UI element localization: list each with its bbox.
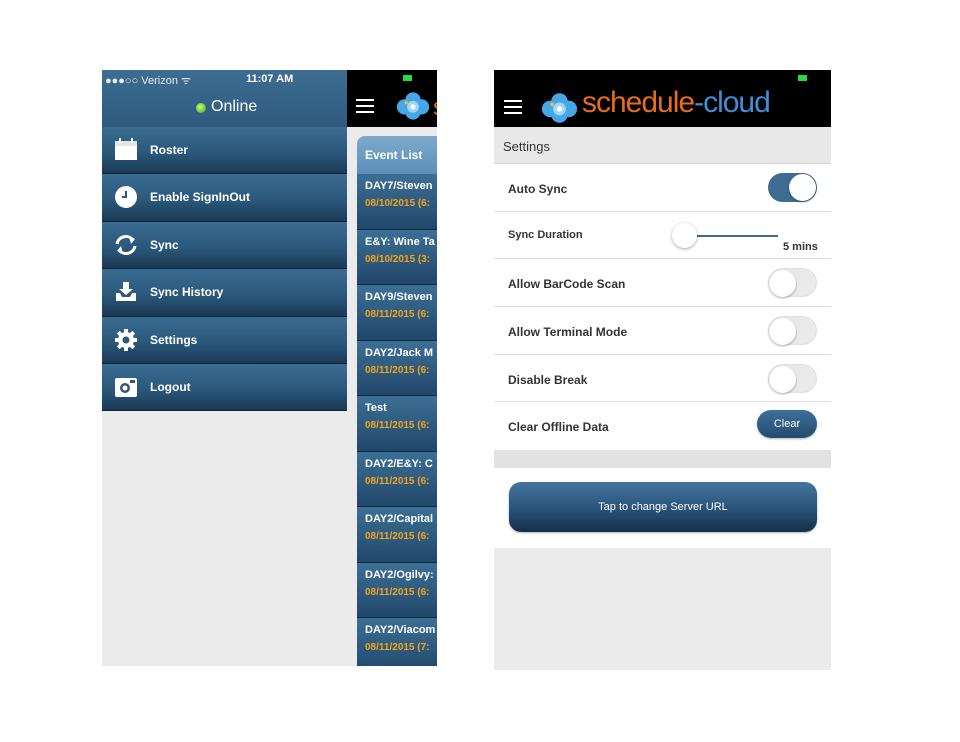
clear-button[interactable]: Clear xyxy=(757,410,817,439)
setting-allow-terminal-mode: Allow Terminal Mode xyxy=(494,307,831,355)
auto-sync-toggle[interactable] xyxy=(768,173,817,202)
menu-label: Settings xyxy=(150,332,198,347)
toggle-knob xyxy=(769,270,796,298)
sync-duration-slider-handle[interactable] xyxy=(672,222,697,248)
toggle-knob xyxy=(769,318,796,346)
gear-icon xyxy=(115,328,137,351)
event-row[interactable]: DAY9/Steven 08/11/2015 (6: xyxy=(357,285,437,341)
event-date: 08/11/2015 (6: xyxy=(365,420,430,431)
connection-status: Online xyxy=(211,98,258,115)
menu-label: Logout xyxy=(150,379,191,394)
menu-item-settings[interactable]: Settings xyxy=(102,316,347,364)
hamburger-menu-icon[interactable] xyxy=(504,100,522,114)
event-row[interactable]: DAY2/Jack M 08/11/2015 (6: xyxy=(357,340,437,396)
event-row[interactable]: E&Y: Wine Ta 08/10/2015 (3: xyxy=(357,229,437,285)
event-title: DAY2/Capital xyxy=(365,513,434,525)
event-title: DAY2/Viacom xyxy=(365,624,436,636)
drawer-menu: Roster Enable SignInOut Sync Sync Histor… xyxy=(102,127,347,412)
setting-auto-sync: Auto Sync xyxy=(494,164,831,212)
setting-label: Disable Break xyxy=(508,372,588,387)
brand-part-cloud: -cloud xyxy=(694,86,771,119)
menu-label: Sync xyxy=(150,237,179,252)
brand-fragment: s xyxy=(433,94,437,122)
event-title: DAY2/E&Y: C xyxy=(365,457,433,470)
status-time: 11:07 AM xyxy=(246,73,294,85)
hamburger-menu-icon[interactable] xyxy=(356,99,374,113)
sync-duration-slider-track[interactable] xyxy=(684,234,778,237)
event-panel: s Event List DAY7/Steven 08/10/2015 (6: … xyxy=(347,70,437,666)
menu-item-enable-signinout[interactable]: Enable SignInOut xyxy=(102,174,347,222)
menu-label: Enable SignInOut xyxy=(150,190,251,205)
setting-label: Allow Terminal Mode xyxy=(508,325,628,340)
menu-item-roster[interactable]: Roster xyxy=(102,127,347,175)
left-phone-screen: ●●●○○ Verizon ᯤ 11:07 AM Online Roster E… xyxy=(102,70,437,666)
event-title: DAY9/Steven xyxy=(365,291,433,303)
allow-barcode-scan-toggle[interactable] xyxy=(768,268,817,298)
brand-wordmark: schedule-cloud xyxy=(582,86,771,120)
setting-label: Allow BarCode Scan xyxy=(508,277,626,292)
event-title: Test xyxy=(365,402,387,414)
sync-icon xyxy=(115,234,137,255)
settings-section-title: Settings xyxy=(494,127,831,164)
setting-disable-break: Disable Break xyxy=(494,355,831,403)
event-date: 08/10/2015 (3: xyxy=(365,253,431,265)
setting-clear-offline-data: Clear Offline Data Clear xyxy=(494,402,831,450)
drawer-header: ●●●○○ Verizon ᯤ 11:07 AM Online xyxy=(102,70,347,127)
event-date: 08/11/2015 (7: xyxy=(365,642,430,653)
event-date: 08/11/2015 (6: xyxy=(365,364,430,376)
online-indicator-icon xyxy=(196,103,206,113)
app-top-bar: schedule-cloud xyxy=(494,70,831,127)
setting-allow-barcode-scan: Allow BarCode Scan xyxy=(494,259,831,308)
event-date: 08/11/2015 (6: xyxy=(365,586,430,598)
cloud-logo-icon xyxy=(541,93,578,123)
menu-item-sync-history[interactable]: Sync History xyxy=(102,269,347,317)
cloud-logo-icon xyxy=(396,92,430,120)
disable-break-toggle[interactable] xyxy=(768,363,817,393)
change-server-url-button[interactable]: Tap to change Server URL xyxy=(509,482,817,532)
server-url-area: Tap to change Server URL xyxy=(494,468,831,548)
navigation-drawer: ●●●○○ Verizon ᯤ 11:07 AM Online Roster E… xyxy=(102,70,347,666)
event-top-bar: s xyxy=(347,70,437,127)
signal-indicator-icon xyxy=(403,75,412,81)
status-carrier: ●●●○○ Verizon ᯤ xyxy=(105,75,192,87)
menu-label: Roster xyxy=(150,143,189,157)
event-title: DAY2/Ogilvy: xyxy=(365,568,434,581)
settings-list: Auto Sync Sync Duration 5 mins Allow Bar… xyxy=(494,164,831,451)
right-phone-screen: schedule-cloud Settings Auto Sync Sync D… xyxy=(494,70,831,670)
sync-duration-value: 5 mins xyxy=(783,240,818,253)
event-list-header: Event List xyxy=(357,136,437,174)
event-date: 08/11/2015 (6: xyxy=(365,309,430,320)
setting-label: Auto Sync xyxy=(508,182,568,196)
signal-indicator-icon xyxy=(798,75,807,81)
menu-item-logout[interactable]: Logout xyxy=(102,363,347,412)
event-title: DAY7/Steven xyxy=(365,180,433,192)
section-divider xyxy=(494,450,831,468)
event-row[interactable]: Test 08/11/2015 (6: xyxy=(357,396,437,452)
event-row[interactable]: DAY2/Viacom 08/11/2015 (7: xyxy=(357,618,437,666)
toggle-knob xyxy=(789,174,816,201)
clock-icon xyxy=(115,186,137,209)
event-date: 08/10/2015 (6: xyxy=(365,198,431,209)
event-title: E&Y: Wine Ta xyxy=(365,235,435,248)
event-row[interactable]: DAY2/Capital 08/11/2015 (6: xyxy=(357,507,437,563)
camera-icon xyxy=(115,377,137,397)
brand-part-schedule: schedule xyxy=(582,86,695,119)
event-date: 08/11/2015 (6: xyxy=(365,531,430,542)
menu-label: Sync History xyxy=(150,285,224,300)
calendar-icon xyxy=(115,138,137,160)
event-date: 08/11/2015 (6: xyxy=(365,475,430,487)
menu-item-sync[interactable]: Sync xyxy=(102,221,347,270)
download-tray-icon xyxy=(116,282,136,302)
toggle-knob xyxy=(769,365,796,393)
event-row[interactable]: DAY7/Steven 08/10/2015 (6: xyxy=(357,174,437,230)
allow-terminal-mode-toggle[interactable] xyxy=(768,316,817,346)
event-row[interactable]: DAY2/Ogilvy: 08/11/2015 (6: xyxy=(357,562,437,618)
event-title: DAY2/Jack M xyxy=(365,346,434,359)
setting-sync-duration: Sync Duration 5 mins xyxy=(494,212,831,260)
event-row[interactable]: DAY2/E&Y: C 08/11/2015 (6: xyxy=(357,451,437,507)
setting-label: Clear Offline Data xyxy=(508,420,609,435)
setting-label: Sync Duration xyxy=(508,228,583,241)
event-list: Event List DAY7/Steven 08/10/2015 (6: E&… xyxy=(357,136,437,666)
